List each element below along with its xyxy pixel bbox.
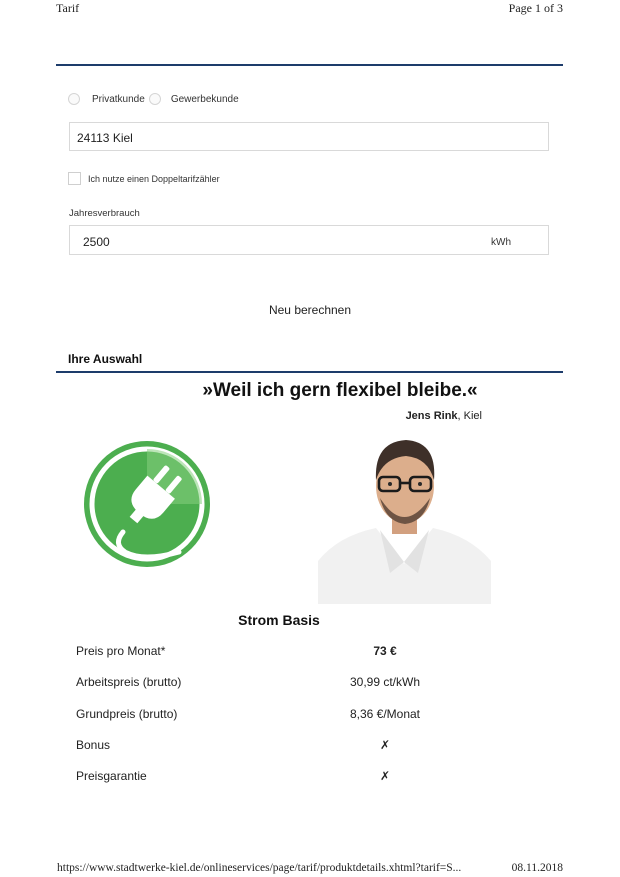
person-portrait — [318, 436, 491, 604]
double-tariff-option: Ich nutze einen Doppeltarifzähler — [68, 172, 220, 185]
divider — [56, 371, 563, 373]
plug-icon — [84, 441, 210, 567]
price-label: Bonus — [76, 737, 111, 752]
print-date: 08.11.2018 — [511, 862, 563, 874]
price-value: 8,36 €/Monat — [349, 706, 421, 721]
customer-type-group: Privatkunde Gewerbekunde — [68, 91, 239, 107]
double-tariff-label: Ich nutze einen Doppeltarifzähler — [88, 173, 220, 184]
table-row: Arbeitspreis (brutto) 30,99 ct/kWh — [76, 667, 496, 698]
price-label: Preis pro Monat* — [76, 644, 166, 658]
usage-label: Jahresverbrauch — [69, 208, 140, 219]
usage-input-value: 2500 — [83, 235, 110, 249]
price-value: ✗ — [379, 769, 391, 784]
price-label: Grundpreis (brutto) — [76, 706, 178, 721]
quote-person-city: , Kiel — [457, 410, 482, 422]
table-row: Bonus ✗ — [76, 730, 496, 761]
price-value: 73 € — [373, 644, 397, 658]
product-quote: »Weil ich gern flexibel bleibe.« — [202, 380, 478, 401]
price-label: Arbeitspreis (brutto) — [76, 675, 182, 690]
table-row: Grundpreis (brutto) 8,36 €/Monat — [76, 699, 496, 730]
table-row: Preisgarantie ✗ — [76, 761, 496, 792]
print-header-page-number: Page 1 of 3 — [508, 1, 563, 15]
price-value: ✗ — [379, 737, 391, 752]
price-label: Preisgarantie — [76, 769, 147, 784]
page-url: https://www.stadtwerke-kiel.de/onlineser… — [57, 862, 462, 874]
recalculate-button[interactable]: Neu berechnen — [240, 303, 380, 317]
print-footer: https://www.stadtwerke-kiel.de/onlineser… — [0, 861, 620, 877]
radio-gewerbekunde[interactable] — [148, 93, 161, 105]
print-header-title: Tarif — [56, 1, 80, 15]
usage-input[interactable]: 2500 kWh — [69, 225, 549, 255]
location-input-value: 24113 Kiel — [77, 131, 133, 145]
location-input[interactable]: 24113 Kiel — [69, 122, 549, 151]
quote-attribution: Jens Rink, Kiel — [406, 410, 482, 422]
radio-privatkunde[interactable] — [68, 93, 80, 105]
price-table: Preis pro Monat* 73 € Arbeitspreis (brut… — [76, 636, 496, 792]
divider — [56, 64, 563, 66]
print-header: Tarif Page 1 of 3 — [0, 0, 620, 18]
product-name: Strom Basis — [238, 612, 320, 628]
usage-unit: kWh — [491, 237, 511, 248]
price-value: 30,99 ct/kWh — [349, 675, 421, 690]
quote-person-name: Jens Rink — [405, 410, 458, 422]
radio-label-gewerbekunde: Gewerbekunde — [170, 93, 239, 105]
section-title: Ihre Auswahl — [68, 352, 143, 366]
double-tariff-checkbox[interactable] — [68, 172, 81, 185]
radio-label-privatkunde: Privatkunde — [92, 93, 145, 105]
table-row: Preis pro Monat* 73 € — [76, 636, 496, 667]
